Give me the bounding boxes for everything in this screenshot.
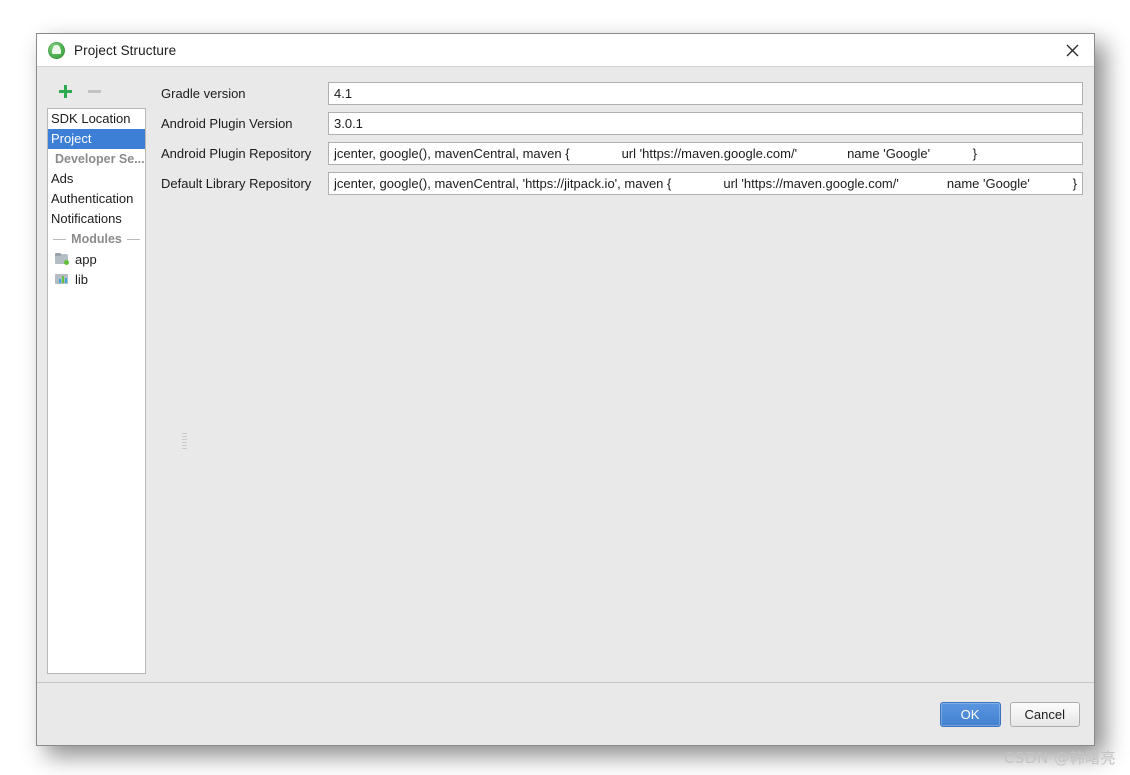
field-value-part: url 'https://maven.google.com/' xyxy=(621,145,798,161)
field-value-part: } xyxy=(972,145,977,161)
android-plugin-version-input[interactable]: 3.0.1 xyxy=(328,111,1083,135)
field-label: Android Plugin Repository xyxy=(161,145,312,161)
sidebar-item-label: Authentication xyxy=(51,191,134,206)
sidebar-group-modules: Modules xyxy=(48,229,145,249)
field-value-part: jcenter, google(), mavenCentral, 'https:… xyxy=(334,175,672,191)
sidebar-item-label: app xyxy=(75,251,97,267)
title-bar: Project Structure xyxy=(37,34,1094,67)
sidebar-item-label: Ads xyxy=(51,171,74,186)
module-folder-icon xyxy=(55,253,69,265)
sidebar-item-authentication[interactable]: Authentication xyxy=(48,189,145,209)
android-studio-icon xyxy=(48,41,65,59)
project-structure-dialog: Project Structure SDK Location Project D… xyxy=(36,33,1095,746)
field-value-part: } xyxy=(1072,175,1077,191)
field-value-part: jcenter, google(), mavenCentral, maven { xyxy=(334,145,570,161)
close-icon xyxy=(1066,44,1078,56)
sidebar-group-label: Developer Se... xyxy=(55,152,145,166)
cancel-button[interactable]: Cancel xyxy=(1009,701,1080,727)
page-title: Project Structure xyxy=(74,42,177,58)
sidebar-toolbar xyxy=(47,78,148,104)
sidebar-item-label: Notifications xyxy=(51,211,122,226)
field-row-default-library-repository: Default Library Repository jcenter, goog… xyxy=(161,168,1083,198)
module-library-icon xyxy=(55,273,69,285)
ok-button[interactable]: OK xyxy=(939,701,1001,727)
sidebar-item-ads[interactable]: Ads xyxy=(48,169,145,189)
screenshot-root: Project Structure SDK Location Project D… xyxy=(0,0,1130,775)
sidebar-group-label: Modules xyxy=(71,232,122,246)
sidebar-item-lib[interactable]: lib xyxy=(48,269,145,289)
plus-icon[interactable] xyxy=(59,84,72,98)
minus-icon xyxy=(88,89,101,93)
field-value: 4.1 xyxy=(334,85,353,101)
field-row-android-plugin-version: Android Plugin Version 3.0.1 xyxy=(161,108,1083,138)
field-row-android-plugin-repository: Android Plugin Repository jcenter, googl… xyxy=(161,138,1083,168)
sidebar-item-label: lib xyxy=(75,271,89,287)
sidebar-item-app[interactable]: app xyxy=(48,249,145,269)
dialog-body: SDK Location Project Developer Se... Ads… xyxy=(37,67,1094,682)
sidebar-item-label: Project xyxy=(51,131,92,146)
default-library-repository-input[interactable]: jcenter, google(), mavenCentral, 'https:… xyxy=(328,171,1083,195)
sidebar-item-project[interactable]: Project xyxy=(48,129,145,149)
gradle-version-input[interactable]: 4.1 xyxy=(328,81,1083,105)
settings-panel: Gradle version 4.1 Android Plugin Versio… xyxy=(148,67,1094,682)
left-panel: SDK Location Project Developer Se... Ads… xyxy=(37,67,148,682)
field-label: Gradle version xyxy=(161,85,246,101)
sidebar-group-developer-services: Developer Se... xyxy=(48,149,145,169)
dialog-footer: OK Cancel xyxy=(37,682,1094,745)
divider-left xyxy=(53,238,67,240)
field-value-part: url 'https://maven.google.com/' xyxy=(723,175,899,191)
sidebar-item-notifications[interactable]: Notifications xyxy=(48,209,145,229)
field-value-part: name 'Google' xyxy=(946,175,1030,191)
divider-right xyxy=(126,238,141,240)
sidebar-list[interactable]: SDK Location Project Developer Se... Ads… xyxy=(47,108,146,674)
field-label: Android Plugin Version xyxy=(161,115,293,131)
watermark: CSDN @韩曙亮 xyxy=(1003,749,1116,767)
close-button[interactable] xyxy=(1050,34,1094,66)
sidebar-item-sdk-location[interactable]: SDK Location xyxy=(48,109,145,129)
sidebar-item-label: SDK Location xyxy=(51,111,131,126)
field-label: Default Library Repository xyxy=(161,175,312,191)
field-value-part: name 'Google' xyxy=(847,145,931,161)
field-value: 3.0.1 xyxy=(334,115,363,131)
field-row-gradle-version: Gradle version 4.1 xyxy=(161,78,1083,108)
android-plugin-repository-input[interactable]: jcenter, google(), mavenCentral, maven {… xyxy=(328,141,1083,165)
